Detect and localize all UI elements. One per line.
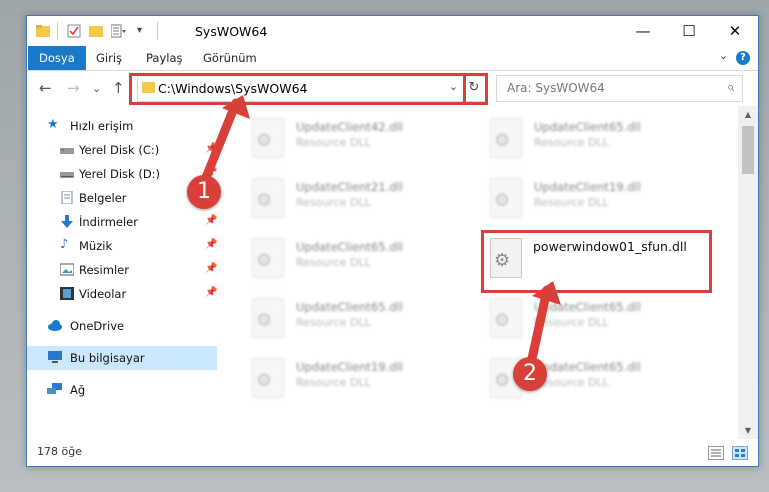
step-1-badge: 1 — [187, 175, 221, 209]
step-2-badge: 2 — [513, 357, 547, 391]
annotation-arrows — [200, 95, 561, 373]
